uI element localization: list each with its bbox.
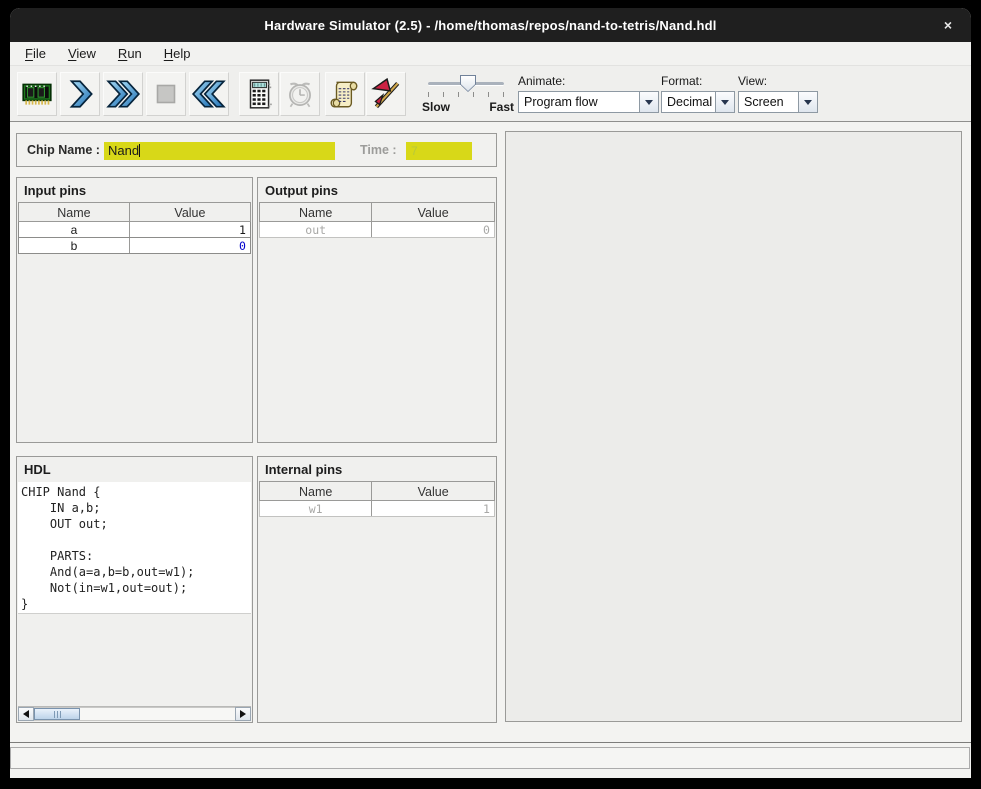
single-step-icon (63, 77, 97, 111)
view-label: View: (738, 74, 818, 88)
menu-run[interactable]: Run (111, 44, 149, 63)
stop-icon (149, 77, 183, 111)
run-icon (105, 77, 141, 111)
hdl-panel: HDL CHIP Nand { IN a,b; OUT out; PARTS: … (16, 456, 253, 723)
time-label: Time : (360, 143, 397, 157)
output-pins-panel: Output pins Name Value out 0 (257, 177, 497, 443)
single-step-button[interactable] (60, 72, 100, 116)
table-row: b 0 (18, 238, 251, 254)
input-pins-panel: Input pins Name Value a 1 b 0 (16, 177, 253, 443)
chevron-down-icon[interactable] (798, 92, 817, 112)
run-button[interactable] (103, 72, 143, 116)
pin-value: 0 (372, 222, 494, 237)
speed-slider-ticks (428, 92, 504, 97)
screen-panel (505, 131, 962, 722)
table-header: Name Value (259, 481, 495, 501)
output-pins-title: Output pins (258, 178, 496, 202)
hdl-view-button[interactable] (325, 72, 365, 116)
flag-icon (369, 77, 403, 111)
chip-name-input[interactable]: Nand (104, 142, 335, 160)
format-select[interactable]: Decimal (661, 91, 735, 113)
reset-button[interactable] (189, 72, 229, 116)
scroll-left-arrow[interactable] (18, 707, 34, 721)
gate-diagram-button[interactable] (366, 72, 406, 116)
output-pins-table: Name Value out 0 (259, 202, 495, 238)
table-header: Name Value (18, 202, 251, 222)
menu-file[interactable]: File (18, 44, 53, 63)
eval-button[interactable] (239, 72, 279, 116)
status-bar (10, 747, 970, 769)
close-icon[interactable]: × (939, 16, 957, 34)
scroll-right-arrow[interactable] (235, 707, 251, 721)
menu-help[interactable]: Help (157, 44, 198, 63)
chip-name-label: Chip Name : (27, 143, 100, 157)
view-group: View: Screen (738, 74, 818, 113)
time-field: 7 (406, 142, 472, 160)
text-caret (139, 144, 140, 157)
stop-button[interactable] (146, 72, 186, 116)
app-window: Hardware Simulator (2.5) - /home/thomas/… (10, 8, 971, 778)
internal-pins-panel: Internal pins Name Value w1 1 (257, 456, 497, 723)
view-select[interactable]: Screen (738, 91, 818, 113)
pin-value[interactable]: 0 (130, 238, 250, 253)
scrollbar-thumb[interactable] (34, 708, 80, 720)
animate-select[interactable]: Program flow (518, 91, 659, 113)
input-pins-table: Name Value a 1 b 0 (18, 202, 251, 254)
table-row: a 1 (18, 222, 251, 238)
hdl-title: HDL (17, 457, 252, 481)
toolbar: Slow Fast Animate: Program flow Format: … (10, 66, 971, 122)
pin-name: w1 (260, 501, 372, 516)
pin-name: b (19, 238, 130, 253)
table-header: Name Value (259, 202, 495, 222)
format-label: Format: (661, 74, 735, 88)
load-chip-button[interactable] (17, 72, 57, 116)
table-row: out 0 (259, 222, 495, 238)
pin-name: out (260, 222, 372, 237)
divider (10, 742, 971, 743)
speed-slider-thumb[interactable] (460, 75, 476, 92)
scrollbar-track[interactable] (34, 707, 235, 721)
internal-pins-table: Name Value w1 1 (259, 481, 495, 517)
internal-pins-title: Internal pins (258, 457, 496, 481)
hdl-code-text: CHIP Nand { IN a,b; OUT out; PARTS: And(… (18, 482, 251, 612)
chevron-down-icon[interactable] (639, 92, 658, 112)
reset-icon (191, 77, 227, 111)
pin-value: 1 (372, 501, 494, 516)
scroll-icon (328, 77, 362, 111)
hdl-horizontal-scrollbar (18, 706, 251, 721)
chevron-down-icon[interactable] (715, 92, 734, 112)
animate-label: Animate: (518, 74, 659, 88)
title-bar: Hardware Simulator (2.5) - /home/thomas/… (10, 8, 971, 42)
hdl-code-view[interactable]: CHIP Nand { IN a,b; OUT out; PARTS: And(… (18, 482, 251, 614)
slider-fast-label: Fast (489, 100, 514, 114)
clock-icon (283, 77, 317, 111)
chip-name-bar: Chip Name : Nand Time : 7 (16, 133, 497, 167)
menu-view[interactable]: View (61, 44, 103, 63)
pin-name: a (19, 222, 130, 237)
clock-button[interactable] (280, 72, 320, 116)
format-group: Format: Decimal (661, 74, 735, 113)
pin-value[interactable]: 1 (130, 222, 250, 237)
chip-icon (20, 77, 54, 111)
speed-slider: Slow Fast (422, 72, 514, 118)
menu-bar: File View Run Help (10, 42, 971, 66)
content-area: Chip Name : Nand Time : 7 Input pins Nam… (10, 122, 971, 778)
calculator-icon (242, 77, 276, 111)
table-row: w1 1 (259, 501, 495, 517)
window-title: Hardware Simulator (2.5) - /home/thomas/… (264, 18, 716, 33)
input-pins-title: Input pins (17, 178, 252, 202)
slider-slow-label: Slow (422, 100, 450, 114)
animate-group: Animate: Program flow (518, 74, 659, 113)
